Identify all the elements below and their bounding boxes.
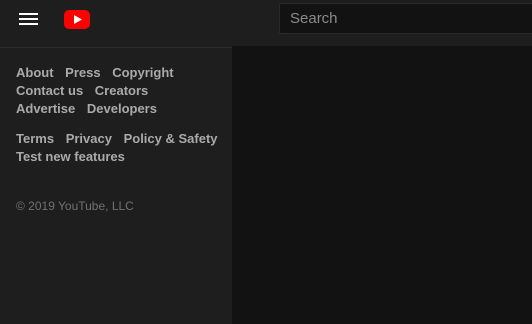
- developers-link[interactable]: Developers: [87, 101, 157, 116]
- main-content-area: [232, 46, 532, 324]
- youtube-page: About Press Copyright Contact us Creator…: [0, 0, 532, 324]
- copyright-text: © 2019 YouTube, LLC: [16, 199, 134, 213]
- press-link[interactable]: Press: [65, 65, 100, 80]
- guide-sidebar: About Press Copyright Contact us Creator…: [0, 0, 232, 324]
- youtube-logo-icon[interactable]: [64, 10, 90, 29]
- about-link[interactable]: About: [16, 65, 54, 80]
- guide-header: [0, 0, 232, 48]
- search-box[interactable]: [279, 3, 532, 34]
- privacy-link[interactable]: Privacy: [66, 131, 112, 146]
- terms-link[interactable]: Terms: [16, 131, 54, 146]
- guide-links-primary: About Press Copyright Contact us Creator…: [16, 64, 226, 118]
- copyright-link[interactable]: Copyright: [112, 65, 173, 80]
- creators-link[interactable]: Creators: [95, 83, 148, 98]
- test-new-features-link[interactable]: Test new features: [16, 149, 125, 164]
- contact-us-link[interactable]: Contact us: [16, 83, 83, 98]
- guide-links-secondary: Terms Privacy Policy & Safety Test new f…: [16, 130, 226, 166]
- hamburger-menu-icon[interactable]: [19, 13, 38, 26]
- policy-safety-link[interactable]: Policy & Safety: [124, 131, 218, 146]
- search-input[interactable]: [280, 4, 532, 33]
- advertise-link[interactable]: Advertise: [16, 101, 75, 116]
